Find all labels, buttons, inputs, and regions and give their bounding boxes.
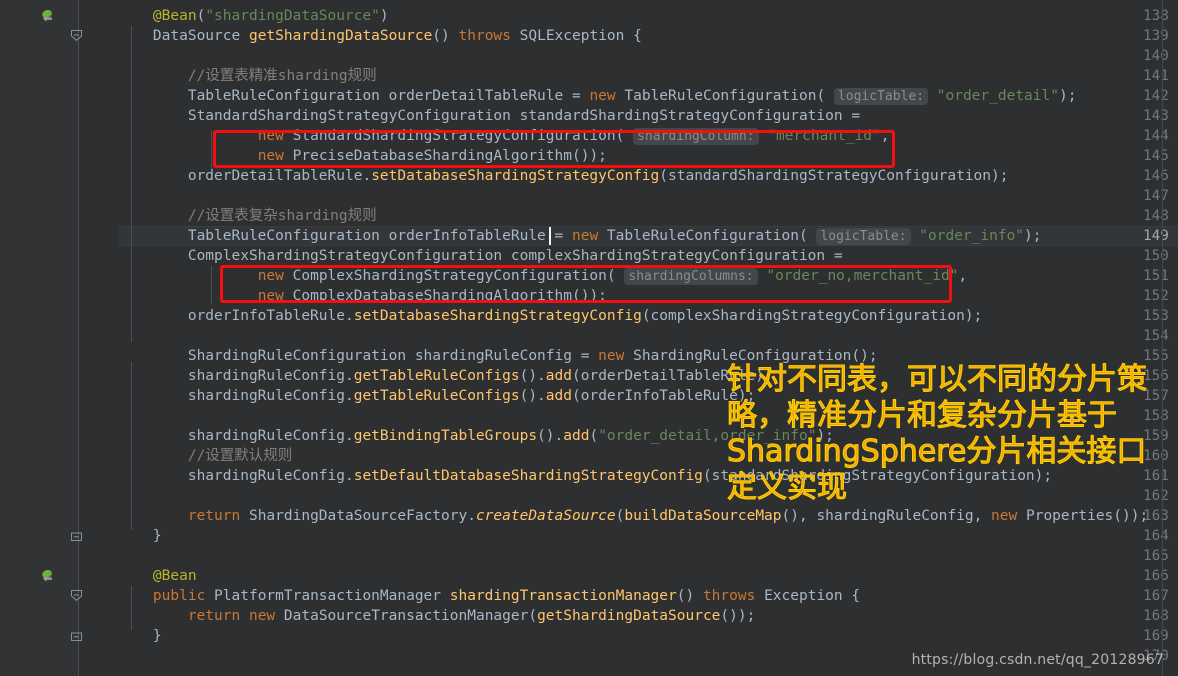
- code-line[interactable]: //设置表精准sharding规则: [118, 66, 377, 86]
- right-margin-guide: [1162, 0, 1163, 676]
- text-caret: [549, 227, 551, 245]
- code-line[interactable]: //设置默认规则: [118, 446, 292, 466]
- code-line[interactable]: TableRuleConfiguration orderDetailTableR…: [118, 86, 1076, 106]
- gutter-divider: [78, 0, 79, 676]
- code-line[interactable]: }: [118, 526, 162, 546]
- code-line[interactable]: DataSource getShardingDataSource() throw…: [118, 26, 642, 46]
- code-line[interactable]: new PreciseDatabaseShardingAlgorithm());: [118, 146, 607, 166]
- code-line[interactable]: orderInfoTableRule.setDatabaseShardingSt…: [118, 306, 982, 326]
- code-line[interactable]: orderDetailTableRule.setDatabaseSharding…: [118, 166, 1009, 186]
- code-line[interactable]: return ShardingDataSourceFactory.createD…: [118, 506, 1148, 526]
- code-line[interactable]: public PlatformTransactionManager shardi…: [118, 586, 860, 606]
- code-editor[interactable]: 138 139 140 141 142 143 144 145 146 147 148 149 150 1…: [0, 0, 1178, 676]
- code-line[interactable]: new ComplexShardingStrategyConfiguration…: [118, 266, 967, 286]
- editor-gutter[interactable]: [0, 0, 78, 676]
- code-line[interactable]: shardingRuleConfig.getTableRuleConfigs()…: [118, 366, 773, 386]
- code-line[interactable]: @Bean("shardingDataSource"): [118, 6, 389, 26]
- code-line[interactable]: new ComplexDatabaseShardingAlgorithm());: [118, 286, 607, 306]
- code-line[interactable]: //设置表复杂sharding规则: [118, 206, 377, 226]
- code-line[interactable]: @Bean: [118, 566, 197, 586]
- fold-end-icon[interactable]: [70, 629, 86, 645]
- code-line[interactable]: new StandardShardingStrategyConfiguratio…: [118, 126, 889, 146]
- indent-guide: [131, 586, 132, 630]
- fold-collapse-icon[interactable]: [70, 589, 86, 605]
- fold-end-icon[interactable]: [70, 529, 86, 545]
- indent-guide: [211, 131, 212, 169]
- code-line[interactable]: ComplexShardingStrategyConfiguration com…: [118, 246, 843, 266]
- code-line[interactable]: StandardShardingStrategyConfiguration st…: [118, 106, 860, 126]
- watermark: https://blog.csdn.net/qq_20128967: [911, 652, 1164, 668]
- bean-icon[interactable]: [40, 8, 56, 24]
- code-line[interactable]: }: [118, 626, 162, 646]
- indent-guide: [131, 362, 132, 530]
- code-content[interactable]: @Bean("shardingDataSource") DataSource g…: [118, 0, 1178, 676]
- code-line[interactable]: return new DataSourceTransactionManager(…: [118, 606, 755, 626]
- indent-guide: [131, 26, 132, 342]
- indent-guide: [211, 266, 212, 304]
- fold-collapse-icon[interactable]: [70, 29, 86, 45]
- code-line[interactable]: shardingRuleConfig.getTableRuleConfigs()…: [118, 386, 756, 406]
- gutter-fold-strip[interactable]: [78, 0, 118, 676]
- bean-icon[interactable]: [40, 568, 56, 584]
- code-line[interactable]: TableRuleConfiguration orderInfoTableRul…: [118, 226, 1042, 246]
- annotation-text: 针对不同表，可以不同的分片策略，精准分片和复杂分片基于ShardingSpher…: [726, 361, 1147, 505]
